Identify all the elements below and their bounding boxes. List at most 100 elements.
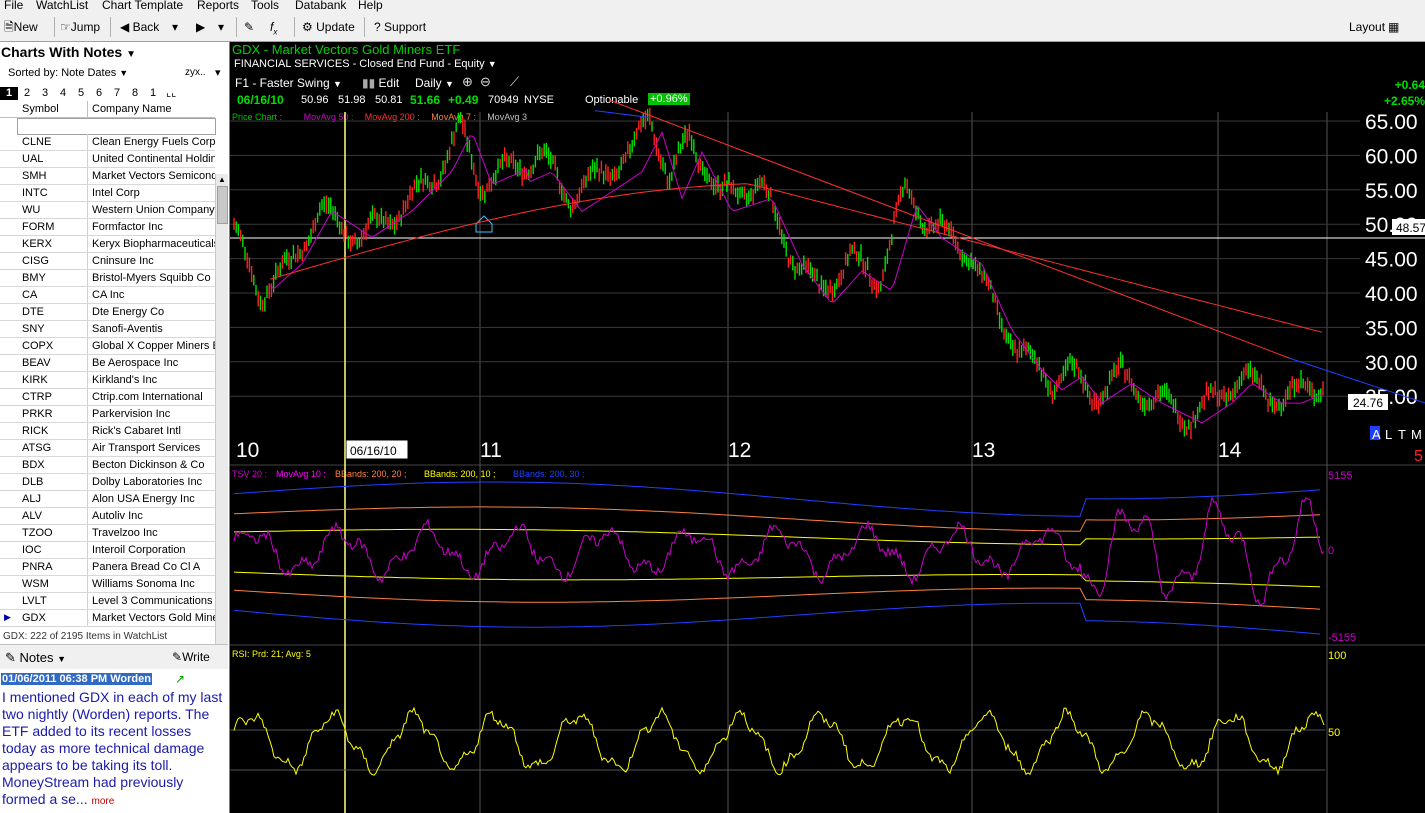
function-icon[interactable]: fx	[270, 19, 277, 36]
support-button[interactable]: ? Support	[374, 19, 426, 35]
notes-toolbar: ✎ Notes ▼ ✎Write	[0, 644, 228, 669]
forward-dropdown-icon[interactable]: ▾	[218, 19, 224, 35]
watchlist-row[interactable]: INTC Intel Corp	[0, 185, 215, 202]
watchlist-scrollbar[interactable]: ▲	[215, 174, 228, 654]
price-chart-svg[interactable]: 65.0060.0055.0050.0045.0040.0035.0030.00…	[230, 42, 1425, 813]
notes-menu[interactable]: ✎ Notes ▼	[5, 650, 66, 666]
row-symbol: FORM	[22, 221, 55, 233]
row-symbol: PNRA	[22, 561, 53, 573]
watchlist-row[interactable]: RICK Rick's Cabaret Intl	[0, 423, 215, 440]
chevron-down-icon: ▼	[57, 654, 67, 664]
watchlist-row[interactable]: DTE Dte Energy Co	[0, 304, 215, 321]
watchlist-row[interactable]: BDX Becton Dickinson & Co	[0, 457, 215, 474]
row-company: Travelzoo Inc	[92, 527, 158, 539]
watchlist-row[interactable]: BEAV Be Aerospace Inc	[0, 355, 215, 372]
trendline-start	[594, 110, 651, 119]
watchlist-row[interactable]: WSM Williams Sonoma Inc	[0, 576, 215, 593]
menu-watchlist[interactable]: WatchList	[36, 0, 88, 12]
watchlist-row[interactable]: SMH Market Vectors Semicond	[0, 168, 215, 185]
year-label: 10	[236, 439, 259, 462]
watchlist-row[interactable]: CA CA Inc	[0, 287, 215, 304]
layout-icon[interactable]: ▦	[1388, 19, 1399, 35]
note-header[interactable]: 01/06/2011 06:38 PM Worden	[1, 673, 152, 685]
watchlist-row[interactable]: CTRP Ctrip.com International	[0, 389, 215, 406]
scroll-up-icon[interactable]: ▲	[217, 175, 227, 185]
menu-help[interactable]: Help	[358, 0, 383, 12]
row-symbol: BMY	[22, 272, 46, 284]
red-marker: 5	[1414, 448, 1423, 465]
tab-options-icon[interactable]: ⌞⌞	[166, 86, 176, 99]
note-more-link[interactable]: more	[91, 796, 114, 807]
row-company: Be Aerospace Inc	[92, 357, 179, 369]
layout-button[interactable]: Layout	[1349, 19, 1385, 35]
watchlist-tab-3[interactable]: 3	[42, 87, 48, 99]
new-button[interactable]: 🗎New	[4, 19, 38, 35]
watchlist-row[interactable]: COPX Global X Copper Miners Et	[0, 338, 215, 355]
watchlist-row[interactable]: WU Western Union Company	[0, 202, 215, 219]
price-tick-label: 35.00	[1365, 317, 1418, 340]
grid-header: Symbol Company Name	[0, 101, 215, 118]
watchlist-title[interactable]: Charts With Notes ▼	[1, 44, 136, 60]
sort-direction[interactable]: zyx..	[185, 67, 206, 78]
row-symbol: COPX	[22, 340, 54, 352]
jump-button[interactable]: ☞Jump	[60, 19, 100, 35]
menu-tools[interactable]: Tools	[251, 0, 279, 12]
toolbar-separator	[54, 17, 55, 37]
draw-tool-icon[interactable]: ✎	[244, 19, 254, 35]
back-button[interactable]: ◀ Back	[120, 19, 159, 35]
row-company: Interoil Corporation	[92, 544, 186, 556]
watchlist-tab-1[interactable]: 1	[0, 87, 18, 100]
scrollbar-thumb[interactable]	[217, 186, 228, 224]
watchlist-row[interactable]: SNY Sanofi-Aventis	[0, 321, 215, 338]
watchlist-row[interactable]: LVLT Level 3 Communications	[0, 593, 215, 610]
watchlist-row[interactable]: PRKR Parkervision Inc	[0, 406, 215, 423]
column-divider	[87, 355, 88, 371]
watchlist-tab-4[interactable]: 4	[60, 87, 66, 99]
forward-button[interactable]: ▶	[196, 19, 205, 35]
company-column-header[interactable]: Company Name	[92, 103, 171, 115]
watchlist-tab-6[interactable]: 6	[96, 87, 102, 99]
watchlist-row[interactable]: IOC Interoil Corporation	[0, 542, 215, 559]
ma200-line	[269, 183, 1323, 333]
chart-area[interactable]: GDX - Market Vectors Gold Miners ETF FIN…	[230, 42, 1425, 813]
row-symbol: BEAV	[22, 357, 51, 369]
watchlist-tab-9[interactable]: 1	[150, 87, 156, 99]
row-symbol: WSM	[22, 578, 49, 590]
watchlist-row[interactable]: KIRK Kirkland's Inc	[0, 372, 215, 389]
watchlist-tab-2[interactable]: 2	[24, 87, 30, 99]
watchlist-row[interactable]: CISG Cninsure Inc	[0, 253, 215, 270]
menu-databank[interactable]: Databank	[295, 0, 346, 12]
watchlist-row[interactable]: BMY Bristol-Myers Squibb Co	[0, 270, 215, 287]
symbol-column-header[interactable]: Symbol	[22, 103, 59, 115]
watchlist-row[interactable]: ALV Autoliv Inc	[0, 508, 215, 525]
row-symbol: TZOO	[22, 527, 53, 539]
watchlist-row[interactable]: PNRA Panera Bread Co Cl A	[0, 559, 215, 576]
menu-chart-template[interactable]: Chart Template	[102, 0, 183, 12]
watchlist-row[interactable]: TZOO Travelzoo Inc	[0, 525, 215, 542]
menu-reports[interactable]: Reports	[197, 0, 239, 12]
back-dropdown-icon[interactable]: ▾	[172, 19, 178, 35]
row-symbol: DTE	[22, 306, 44, 318]
chevron-down-icon: ▼	[126, 49, 137, 60]
watchlist-row[interactable]: ALJ Alon USA Energy Inc	[0, 491, 215, 508]
write-note-button[interactable]: ✎Write	[172, 650, 210, 664]
row-symbol: KIRK	[22, 374, 48, 386]
watchlist-row[interactable]: FORM Formfactor Inc	[0, 219, 215, 236]
toolbar: 🗎New ☞Jump ◀ Back ▾ ▶ ▾ ✎ fx ⚙ Update ? …	[0, 13, 1425, 42]
sort-selector[interactable]: Sorted by: Note Dates ▼	[8, 67, 128, 79]
watchlist-tab-5[interactable]: 5	[78, 87, 84, 99]
menu-file[interactable]: File	[4, 0, 23, 12]
watchlist-row[interactable]: CLNE Clean Energy Fuels Corp	[0, 134, 215, 151]
watchlist-row[interactable]: UAL United Continental Holding	[0, 151, 215, 168]
symbol-filter-input[interactable]	[17, 118, 216, 135]
update-button[interactable]: ⚙ Update	[302, 19, 355, 35]
watchlist-row[interactable]: ▶ GDX Market Vectors Gold Mine	[0, 610, 215, 627]
sort-dropdown-icon[interactable]: ▾	[215, 66, 221, 79]
watchlist-tab-8[interactable]: 8	[132, 87, 138, 99]
column-divider	[87, 270, 88, 286]
watchlist-tab-7[interactable]: 7	[114, 87, 120, 99]
watchlist-row[interactable]: KERX Keryx Biopharmaceuticals	[0, 236, 215, 253]
altm-letter: A	[1372, 427, 1381, 442]
watchlist-row[interactable]: ATSG Air Transport Services	[0, 440, 215, 457]
watchlist-row[interactable]: DLB Dolby Laboratories Inc	[0, 474, 215, 491]
